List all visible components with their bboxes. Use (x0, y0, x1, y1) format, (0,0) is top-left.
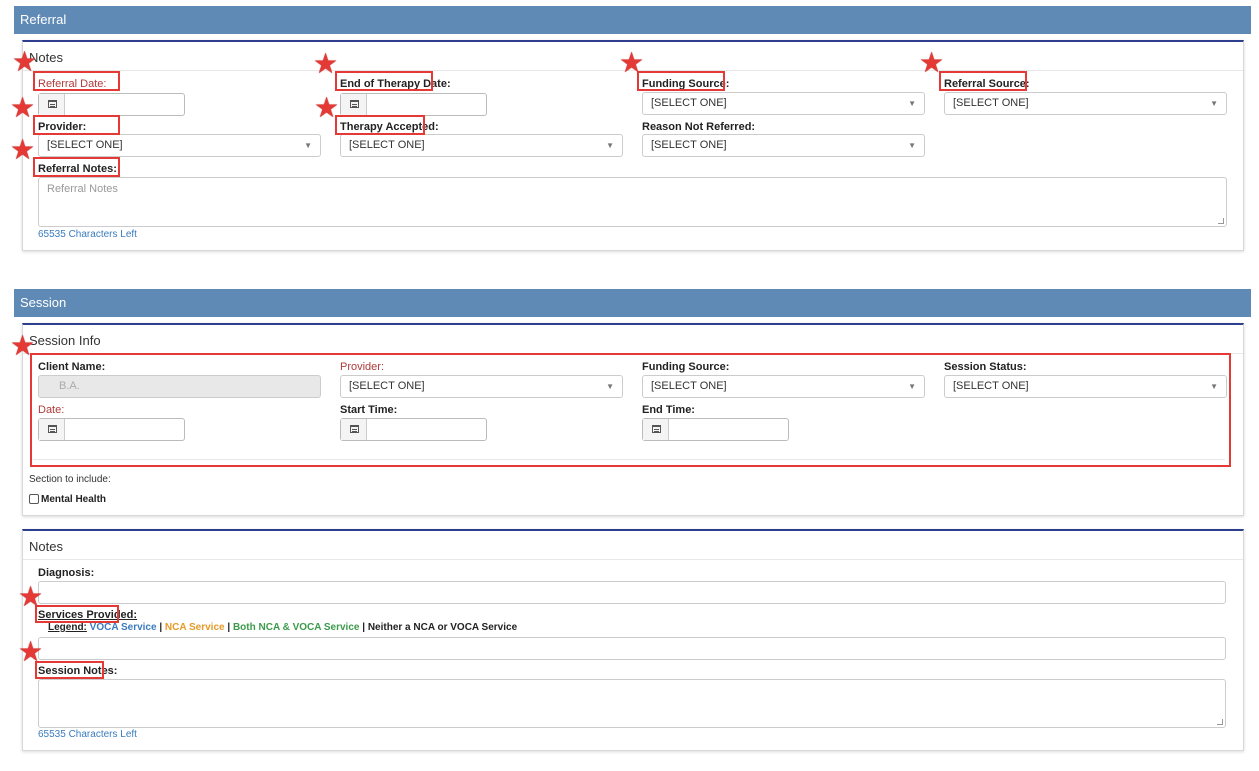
annotation-box (30, 353, 1231, 467)
referral-date-input[interactable] (38, 93, 185, 116)
chevron-down-icon: ▼ (606, 141, 614, 150)
star-icon: ★ (18, 581, 44, 612)
reason-not-referred-value: [SELECT ONE] (651, 139, 727, 151)
services-legend: Legend: VOCA Service | NCA Service | Bot… (48, 622, 518, 633)
session-notes-title: Notes (29, 539, 63, 554)
legend-nca: NCA Service (164, 622, 225, 633)
referral-notes-placeholder: Referral Notes (47, 183, 118, 195)
annotation-box (35, 661, 104, 679)
end-of-therapy-date-input[interactable] (340, 93, 487, 116)
chevron-down-icon: ▼ (304, 141, 312, 150)
legend-both: Both NCA & VOCA Service (232, 622, 360, 633)
star-icon: ★ (314, 92, 340, 123)
section-to-include-label: Section to include: (29, 474, 111, 485)
annotation-box (335, 71, 433, 91)
referral-source-select[interactable]: [SELECT ONE] ▼ (944, 92, 1227, 115)
star-icon: ★ (12, 46, 38, 77)
star-icon: ★ (313, 48, 339, 79)
reason-not-referred-label: Reason Not Referred: (642, 121, 756, 133)
annotation-box (939, 71, 1027, 91)
annotation-box (33, 115, 120, 135)
reason-not-referred-select[interactable]: [SELECT ONE] ▼ (642, 134, 925, 157)
session-header: Session (14, 289, 1251, 317)
resize-handle-icon[interactable] (1218, 218, 1224, 224)
mental-health-checkbox[interactable] (29, 494, 39, 504)
chevron-down-icon: ▼ (908, 99, 916, 108)
annotation-box (35, 605, 119, 623)
provider-value: [SELECT ONE] (47, 139, 123, 151)
therapy-accepted-value: [SELECT ONE] (349, 139, 425, 151)
legend-label: Legend: (48, 622, 87, 633)
chevron-down-icon: ▼ (1210, 99, 1218, 108)
star-icon: ★ (10, 134, 36, 165)
diagnosis-label: Diagnosis: (38, 567, 95, 579)
star-icon: ★ (619, 47, 645, 78)
calendar-icon[interactable] (39, 94, 65, 115)
provider-select[interactable]: [SELECT ONE] ▼ (38, 134, 321, 157)
annotation-box (33, 157, 120, 177)
annotation-box (637, 71, 725, 91)
session-chars-left: 65535 Characters Left (38, 729, 137, 740)
annotation-box (335, 115, 425, 135)
star-icon: ★ (10, 92, 36, 123)
calendar-icon[interactable] (341, 94, 367, 115)
legend-neither: Neither a NCA or VOCA Service (367, 622, 518, 633)
star-icon: ★ (10, 330, 36, 361)
annotation-box (33, 71, 120, 91)
services-provided-input[interactable] (38, 637, 1226, 660)
session-info-title: Session Info (29, 333, 101, 348)
star-icon: ★ (919, 47, 945, 78)
legend-voca: VOCA Service (89, 622, 157, 633)
referral-source-value: [SELECT ONE] (953, 97, 1029, 109)
referral-notes-textarea[interactable]: Referral Notes (38, 177, 1227, 227)
mental-health-label: Mental Health (41, 494, 107, 505)
resize-handle-icon[interactable] (1217, 719, 1223, 725)
chevron-down-icon: ▼ (908, 141, 916, 150)
referral-chars-left: 65535 Characters Left (38, 229, 137, 240)
funding-source-select[interactable]: [SELECT ONE] ▼ (642, 92, 925, 115)
funding-source-value: [SELECT ONE] (651, 97, 727, 109)
therapy-accepted-select[interactable]: [SELECT ONE] ▼ (340, 134, 623, 157)
session-notes-textarea[interactable] (38, 679, 1226, 728)
star-icon: ★ (18, 636, 44, 667)
referral-header: Referral (14, 6, 1251, 34)
diagnosis-input[interactable] (38, 581, 1226, 604)
